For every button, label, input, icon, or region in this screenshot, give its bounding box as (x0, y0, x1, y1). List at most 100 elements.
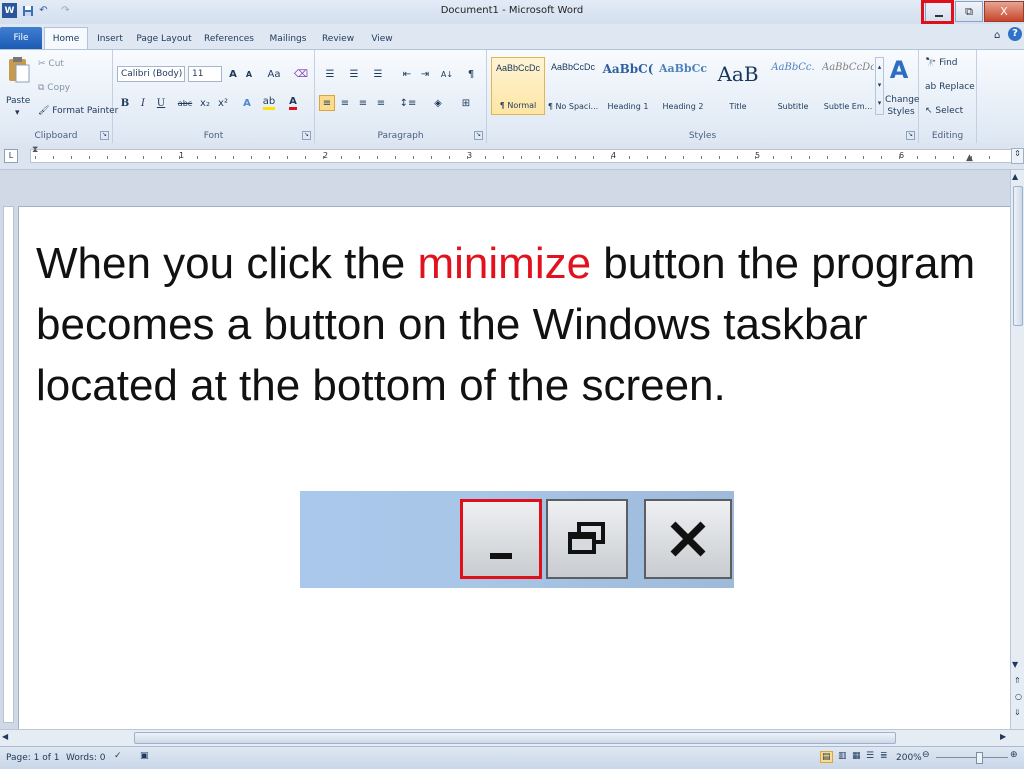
shrink-font-button[interactable]: A (241, 66, 257, 82)
zoom-in-icon[interactable]: ⊕ (1010, 750, 1018, 760)
numbering-icon[interactable]: ☰ (343, 66, 365, 82)
ribbon-tabs: File Home Insert Page Layout References … (0, 24, 1024, 49)
borders-icon[interactable]: ⊞ (455, 95, 477, 111)
paste-icon[interactable] (8, 56, 30, 84)
tab-selector-icon[interactable]: L (4, 149, 18, 163)
styles-scroll[interactable]: ▴ ▾ ▾ (875, 57, 884, 115)
tab-mailings[interactable]: Mailings (264, 29, 312, 49)
horizontal-scrollbar[interactable]: ◀ ▶ (0, 729, 1024, 747)
ribbon-minimize-icon[interactable]: ⌂ (994, 30, 1000, 41)
align-center-icon[interactable]: ≡ (337, 95, 353, 111)
previous-page-icon[interactable]: ⇑ (1014, 676, 1021, 685)
underline-button[interactable]: U (153, 95, 169, 111)
zoom-slider-thumb[interactable] (976, 752, 983, 764)
scroll-left-icon[interactable]: ◀ (2, 732, 8, 741)
format-painter-button[interactable]: 🖌 Format Painter (38, 106, 118, 116)
close-button[interactable]: X (984, 1, 1024, 22)
style-heading-2[interactable]: AaBbCc Heading 2 (656, 57, 710, 115)
find-button[interactable]: 🔭 Find (925, 58, 958, 68)
ruler-tick (647, 156, 648, 159)
zoom-slider[interactable] (936, 757, 1008, 758)
shading-icon[interactable]: ◈ (427, 95, 449, 111)
superscript-button[interactable]: x² (215, 95, 231, 111)
paste-dropdown-icon[interactable]: ▾ (15, 108, 20, 118)
show-formatting-button[interactable]: ¶ (463, 66, 479, 82)
draft-icon[interactable]: ≣ (880, 751, 888, 761)
styles-launcher-icon[interactable]: ↘ (906, 131, 915, 140)
scroll-right-icon[interactable]: ▶ (1000, 732, 1006, 741)
clear-formatting-icon[interactable]: ⌫ (293, 66, 309, 82)
restore-button[interactable]: ⧉ (955, 1, 983, 22)
style-normal[interactable]: AaBbCcDc ¶ Normal (491, 57, 545, 115)
first-line-indent-marker[interactable]: ⧗ (32, 145, 38, 155)
clipboard-launcher-icon[interactable]: ↘ (100, 131, 109, 140)
style-title[interactable]: AaB Title (711, 57, 765, 115)
strikethrough-button[interactable]: abc (175, 95, 195, 111)
ruler-tick (755, 156, 756, 159)
font-color-icon[interactable]: A (285, 95, 301, 111)
highlight-color-icon[interactable]: ab (261, 95, 277, 111)
multilevel-list-icon[interactable]: ☰ (367, 66, 389, 82)
style-no-spacing[interactable]: AaBbCcDc ¶ No Spaci... (546, 57, 600, 115)
text-effects-icon[interactable]: A (239, 95, 255, 111)
proofing-icon[interactable]: ✓ (114, 751, 122, 761)
help-icon[interactable]: ? (1008, 27, 1022, 41)
document-paragraph[interactable]: When you click the minimize button the p… (36, 233, 996, 416)
font-launcher-icon[interactable]: ↘ (302, 131, 311, 140)
right-indent-marker[interactable]: ▲ (966, 153, 973, 163)
word-count[interactable]: Words: 0 (66, 753, 105, 763)
tab-view[interactable]: View (364, 29, 400, 49)
ruler-tick (863, 156, 864, 159)
zoom-level[interactable]: 200% (896, 753, 922, 763)
horizontal-scroll-thumb[interactable] (134, 732, 896, 744)
page-count[interactable]: Page: 1 of 1 (6, 753, 60, 763)
align-right-icon[interactable]: ≡ (355, 95, 371, 111)
vertical-scrollbar[interactable]: ▲ ▼ ⇑ ○ ⇓ (1010, 170, 1024, 729)
view-ruler-icon[interactable]: ⇕ (1011, 148, 1024, 164)
decrease-indent-icon[interactable]: ⇤ (399, 66, 415, 82)
font-name-combo[interactable]: Calibri (Body) (117, 66, 185, 82)
replace-button[interactable]: ab Replace (925, 82, 975, 92)
line-spacing-icon[interactable]: ↕≡ (397, 95, 419, 111)
tab-home[interactable]: Home (44, 27, 88, 49)
increase-indent-icon[interactable]: ⇥ (417, 66, 433, 82)
tab-page-layout[interactable]: Page Layout (134, 29, 194, 49)
outline-icon[interactable]: ☰ (866, 751, 874, 761)
ruler-track[interactable]: 1 2 3 4 5 6 (30, 149, 1014, 163)
tab-file[interactable]: File (0, 27, 42, 49)
change-styles-button[interactable]: Change Styles (885, 94, 919, 118)
macro-record-icon[interactable]: ▣ (140, 751, 149, 761)
horizontal-ruler: L 1 2 3 4 5 6 ⧗ ▲ ⇕ (0, 143, 1024, 170)
sort-icon[interactable]: A↓ (439, 66, 455, 82)
subscript-button[interactable]: x₂ (197, 95, 213, 111)
vertical-scroll-thumb[interactable] (1013, 186, 1023, 326)
style-subtitle[interactable]: AaBbCc. Subtitle (766, 57, 820, 115)
zoom-out-icon[interactable]: ⊖ (922, 750, 930, 760)
print-layout-icon[interactable]: ▤ (820, 751, 833, 763)
paste-button[interactable]: Paste (6, 96, 30, 106)
change-styles-icon[interactable]: A (887, 56, 911, 84)
scroll-down-icon[interactable]: ▼ (1012, 660, 1018, 669)
tab-insert[interactable]: Insert (92, 29, 128, 49)
tab-references[interactable]: References (200, 29, 258, 49)
style-heading-1[interactable]: AaBbC(Heading 1 (601, 57, 655, 115)
copy-button[interactable]: ⧉ Copy (38, 83, 70, 93)
full-screen-reading-icon[interactable]: ▥ (838, 751, 847, 761)
justify-icon[interactable]: ≡ (373, 95, 389, 111)
bold-button[interactable]: B (117, 95, 133, 111)
tab-review[interactable]: Review (318, 29, 358, 49)
bullets-icon[interactable]: ☰ (319, 66, 341, 82)
italic-button[interactable]: I (135, 95, 151, 111)
cut-button[interactable]: ✂ Cut (38, 59, 64, 69)
change-case-button[interactable]: Aa (263, 66, 285, 82)
align-left-icon[interactable]: ≡ (319, 95, 335, 111)
next-page-icon[interactable]: ⇓ (1014, 708, 1021, 717)
style-subtle-emphasis[interactable]: AaBbCcDc Subtle Em... (821, 57, 875, 115)
browse-object-icon[interactable]: ○ (1015, 692, 1022, 701)
paragraph-launcher-icon[interactable]: ↘ (474, 131, 483, 140)
grow-font-button[interactable]: A (225, 66, 241, 82)
web-layout-icon[interactable]: ▦ (852, 751, 861, 761)
font-size-combo[interactable]: 11 (188, 66, 222, 82)
scroll-up-icon[interactable]: ▲ (1012, 172, 1018, 181)
select-button[interactable]: ↖ Select (925, 106, 963, 116)
